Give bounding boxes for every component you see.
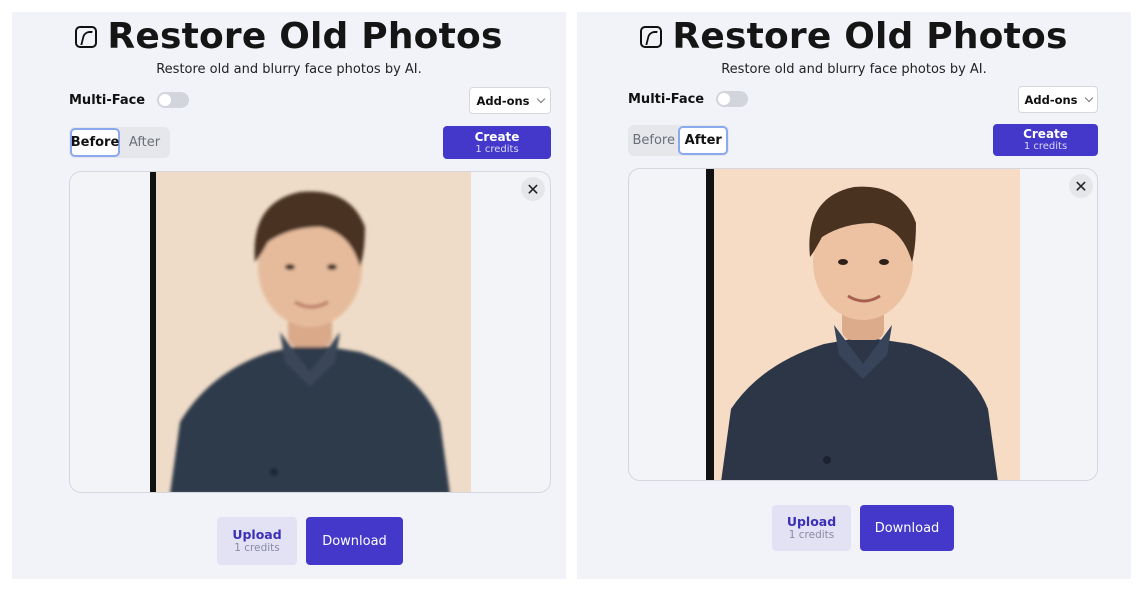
- panel-before: Restore Old Photos Restore old and blurr…: [12, 12, 566, 579]
- multi-face-toggle[interactable]: [157, 92, 190, 108]
- page-title: Restore Old Photos: [107, 16, 503, 57]
- panel-after: Restore Old Photos Restore old and blurr…: [577, 12, 1131, 579]
- upload-label: Upload: [786, 514, 837, 529]
- tab-before[interactable]: Before: [70, 128, 120, 157]
- create-label: Create: [1023, 127, 1068, 141]
- multi-face-toggle[interactable]: [716, 91, 749, 107]
- chevron-down-icon: [536, 94, 545, 103]
- create-button[interactable]: Create 1 credits: [993, 124, 1098, 156]
- multi-face-label: Multi-Face: [628, 91, 705, 107]
- addons-label: Add-ons: [476, 93, 530, 108]
- tab-after[interactable]: After: [678, 126, 728, 155]
- addons-dropdown[interactable]: Add-ons: [469, 87, 551, 114]
- close-icon[interactable]: ✕: [1069, 174, 1093, 198]
- photo-after: [706, 169, 1020, 480]
- create-button[interactable]: Create 1 credits: [443, 126, 551, 159]
- page-title: Restore Old Photos: [672, 16, 1068, 57]
- image-frame: ✕: [69, 171, 551, 493]
- page-subtitle: Restore old and blurry face photos by AI…: [721, 62, 987, 77]
- upload-label: Upload: [232, 527, 282, 542]
- multi-face-row: Multi-Face: [69, 92, 190, 108]
- photo-before: [150, 172, 471, 492]
- addons-label: Add-ons: [1024, 92, 1078, 107]
- upload-button[interactable]: Upload 1 credits: [217, 517, 297, 565]
- toggle-knob: [718, 93, 731, 105]
- upload-credits: 1 credits: [234, 542, 280, 554]
- before-after-toggle: Before After: [628, 125, 729, 156]
- upload-button[interactable]: Upload 1 credits: [772, 505, 851, 551]
- title-row: Restore Old Photos: [12, 16, 566, 57]
- portrait-image: [706, 169, 1020, 480]
- before-after-toggle: Before After: [69, 127, 170, 158]
- toggle-knob: [159, 94, 172, 106]
- create-credits: 1 credits: [1023, 141, 1068, 152]
- upload-credits: 1 credits: [788, 529, 835, 541]
- title-row: Restore Old Photos: [577, 16, 1131, 57]
- download-button[interactable]: Download: [306, 517, 403, 565]
- addons-dropdown[interactable]: Add-ons: [1018, 86, 1098, 113]
- download-button[interactable]: Download: [860, 505, 954, 551]
- logo-icon: [75, 25, 98, 48]
- close-icon[interactable]: ✕: [521, 177, 545, 201]
- chevron-down-icon: [1084, 93, 1093, 102]
- create-credits: 1 credits: [475, 143, 519, 155]
- create-label: Create: [474, 129, 520, 144]
- tab-after[interactable]: After: [120, 128, 169, 157]
- tab-before[interactable]: Before: [629, 126, 678, 155]
- multi-face-label: Multi-Face: [69, 92, 146, 108]
- image-frame: ✕: [628, 168, 1098, 481]
- portrait-image: [150, 172, 471, 492]
- multi-face-row: Multi-Face: [628, 91, 749, 107]
- page-subtitle: Restore old and blurry face photos by AI…: [156, 62, 422, 77]
- logo-icon: [640, 25, 663, 48]
